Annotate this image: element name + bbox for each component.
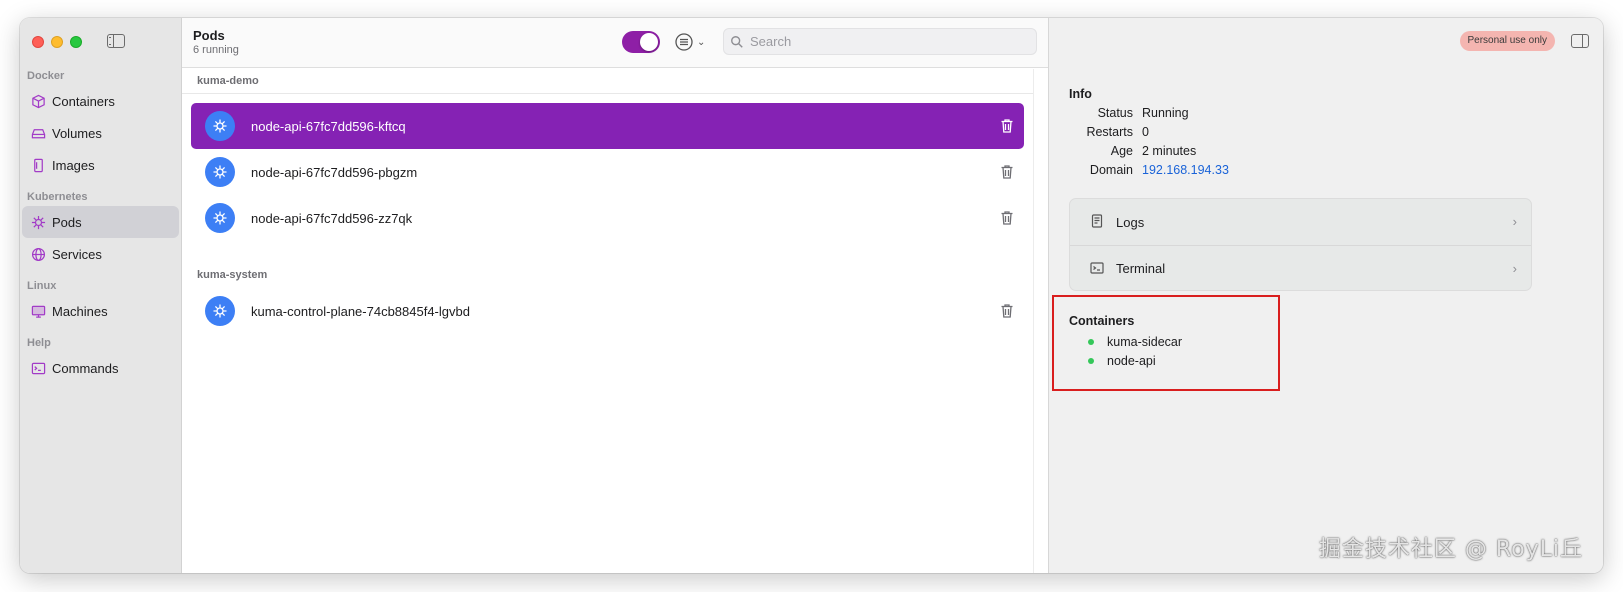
pod-name: node-api-67fc7dd596-pbgzm xyxy=(251,164,418,180)
sidebar-section-help: Help xyxy=(27,337,51,349)
app-window: Docker Containers Volumes Images Kuberne xyxy=(20,18,1603,573)
info-table: Status Running Restarts 0 Age 2 minutes … xyxy=(1069,106,1229,177)
helm-icon xyxy=(205,203,235,233)
helm-icon xyxy=(30,214,46,230)
sidebar-item-label: Services xyxy=(52,246,102,262)
status-dot xyxy=(1088,357,1094,364)
pod-row[interactable]: kuma-control-plane-74cb8845f4-lgvbd xyxy=(191,288,1024,334)
search-field[interactable] xyxy=(723,28,1037,55)
pod-name: node-api-67fc7dd596-kftcq xyxy=(251,118,406,134)
pods-list-pane: Pods 6 running ⌄ kuma-demo nod xyxy=(182,18,1049,573)
sidebar-item-label: Pods xyxy=(52,214,82,230)
info-value-restarts: 0 xyxy=(1142,125,1149,139)
globe-icon xyxy=(30,246,46,262)
terminal-icon xyxy=(1090,261,1106,277)
info-key-age: Age xyxy=(1110,144,1133,158)
inspector-toggle-icon[interactable] xyxy=(1571,34,1589,48)
containers-title: Containers xyxy=(1069,314,1135,328)
info-key-restarts: Restarts xyxy=(1086,125,1133,139)
sidebar: Docker Containers Volumes Images Kuberne xyxy=(20,18,182,573)
containers-list: kuma-sidecar node-api xyxy=(1088,332,1182,370)
list-filter-icon xyxy=(675,33,693,51)
container-name: node-api xyxy=(1107,353,1156,368)
sidebar-item-services[interactable]: Services xyxy=(22,238,179,270)
sidebar-item-containers[interactable]: Containers xyxy=(22,85,179,117)
pod-name: node-api-67fc7dd596-zz7qk xyxy=(251,210,413,226)
info-value-age: 2 minutes xyxy=(1142,144,1197,158)
running-count: 6 running xyxy=(193,44,239,56)
pod-row[interactable]: node-api-67fc7dd596-pbgzm xyxy=(191,149,1024,195)
image-stack-icon xyxy=(30,157,46,173)
sidebar-item-volumes[interactable]: Volumes xyxy=(22,117,179,149)
status-dot xyxy=(1088,338,1094,345)
helm-icon xyxy=(205,111,235,141)
pod-detail-pane: Personal use only Info Status Running Re… xyxy=(1049,18,1603,573)
search-icon xyxy=(731,35,743,48)
info-value-status: Running xyxy=(1142,106,1189,120)
sidebar-nav: Docker Containers Volumes Images Kuberne xyxy=(20,68,181,384)
pods-list: kuma-demo node-api-67fc7dd596-kftcq node… xyxy=(182,69,1048,573)
container-name: kuma-sidecar xyxy=(1107,334,1183,349)
chevron-right-icon: › xyxy=(1512,261,1517,276)
terminal-icon xyxy=(30,360,46,376)
info-title: Info xyxy=(1069,87,1092,101)
search-input[interactable] xyxy=(750,34,1030,49)
sidebar-item-label: Containers xyxy=(52,93,115,109)
namespace-header-kuma-system: kuma-system xyxy=(197,269,268,281)
sidebar-item-pods[interactable]: Pods xyxy=(22,206,179,238)
sidebar-section-linux: Linux xyxy=(27,280,57,292)
chevron-down-icon: ⌄ xyxy=(697,36,706,48)
document-icon xyxy=(1090,214,1106,230)
container-item: node-api xyxy=(1088,351,1182,370)
namespace-group: node-api-67fc7dd596-kftcq node-api-67fc7… xyxy=(182,94,1048,241)
watermark: 掘金技术社区 @ RoyLi丘 xyxy=(1318,537,1583,562)
show-system-toggle[interactable] xyxy=(622,31,660,53)
monitor-icon xyxy=(30,303,46,319)
toggle-knob xyxy=(640,33,658,51)
sidebar-item-machines[interactable]: Machines xyxy=(22,295,179,327)
window-controls xyxy=(32,36,82,48)
chevron-right-icon: › xyxy=(1512,214,1517,229)
pod-name: kuma-control-plane-74cb8845f4-lgvbd xyxy=(251,303,470,319)
logs-button[interactable]: Logs › xyxy=(1070,199,1531,245)
zoom-window-button[interactable] xyxy=(70,36,82,48)
sidebar-item-label: Commands xyxy=(52,360,119,376)
namespace-header-kuma-demo: kuma-demo xyxy=(182,69,1033,94)
sidebar-item-images[interactable]: Images xyxy=(22,149,179,181)
namespace-group: kuma-control-plane-74cb8845f4-lgvbd xyxy=(182,288,1048,334)
close-window-button[interactable] xyxy=(32,36,44,48)
sidebar-item-label: Machines xyxy=(52,303,108,319)
trash-icon[interactable] xyxy=(1000,303,1014,319)
detail-toolbar: Personal use only xyxy=(1049,18,1603,68)
sidebar-item-label: Images xyxy=(52,157,95,173)
scrollbar-track[interactable] xyxy=(1033,69,1048,573)
cube-icon xyxy=(30,93,46,109)
sidebar-section-docker: Docker xyxy=(27,70,65,82)
pod-row-selected[interactable]: node-api-67fc7dd596-kftcq xyxy=(191,103,1024,149)
terminal-button[interactable]: Terminal › xyxy=(1070,245,1531,290)
filter-menu-button[interactable]: ⌄ xyxy=(674,32,705,52)
license-badge[interactable]: Personal use only xyxy=(1459,31,1555,51)
domain-link[interactable]: 192.168.194.33 xyxy=(1142,163,1229,177)
helm-icon xyxy=(205,296,235,326)
sidebar-item-label: Volumes xyxy=(52,125,102,141)
sidebar-item-commands[interactable]: Commands xyxy=(22,352,179,384)
container-item: kuma-sidecar xyxy=(1088,332,1182,351)
helm-icon xyxy=(205,157,235,187)
list-toolbar: Pods 6 running ⌄ xyxy=(182,18,1048,68)
minimize-window-button[interactable] xyxy=(51,36,63,48)
sidebar-section-kubernetes: Kubernetes xyxy=(27,191,88,203)
info-key-status: Status xyxy=(1097,106,1133,120)
trash-icon[interactable] xyxy=(1000,210,1014,226)
pod-row[interactable]: node-api-67fc7dd596-zz7qk xyxy=(191,195,1024,241)
info-key-domain: Domain xyxy=(1089,163,1133,177)
terminal-label: Terminal xyxy=(1116,261,1166,276)
drive-icon xyxy=(30,125,46,141)
trash-icon[interactable] xyxy=(1000,164,1014,180)
logs-label: Logs xyxy=(1116,214,1145,230)
sidebar-toggle-icon[interactable] xyxy=(107,34,125,48)
page-title: Pods xyxy=(193,28,225,43)
actions-group: Logs › Terminal › xyxy=(1069,198,1532,291)
trash-icon[interactable] xyxy=(1000,118,1014,134)
